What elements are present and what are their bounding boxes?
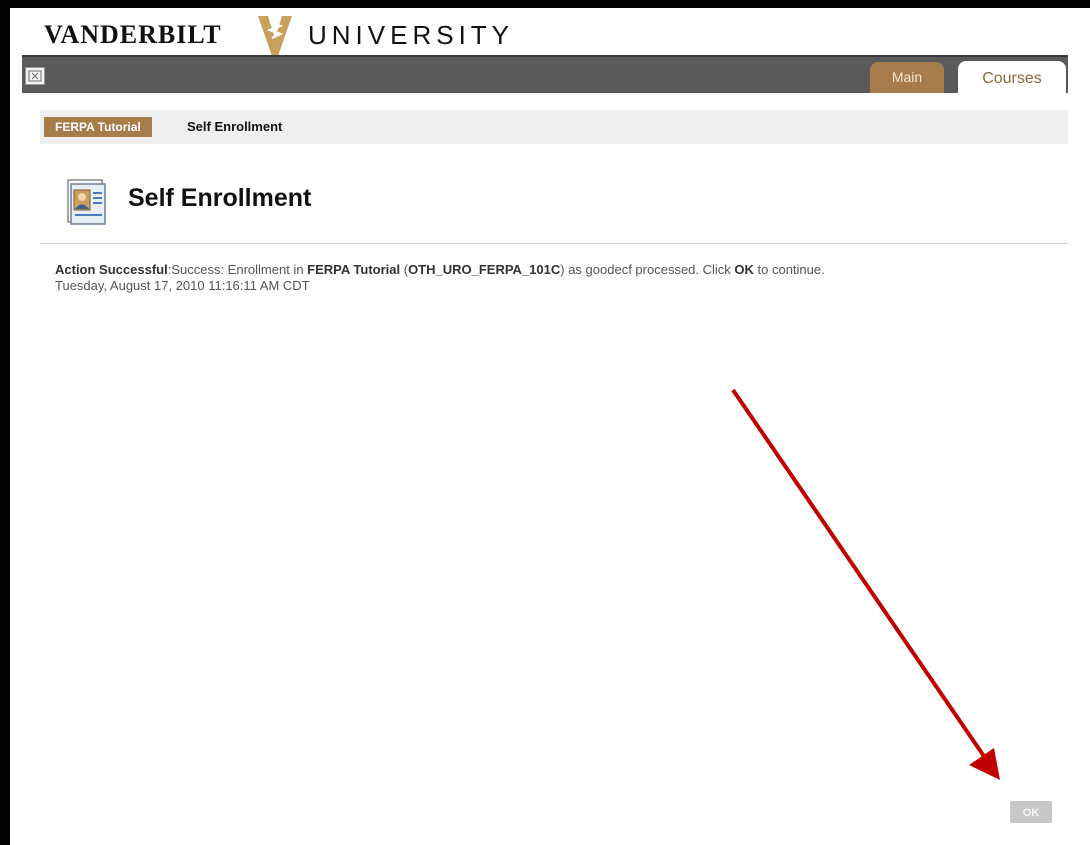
logo-text-university: UNIVERSITY xyxy=(308,20,515,50)
tab-main[interactable]: Main xyxy=(870,62,944,93)
receipt-course-name: FERPA Tutorial xyxy=(307,262,401,277)
top-navigation-bar: Main Courses xyxy=(22,55,1068,95)
enrollment-id-card-icon xyxy=(67,179,106,225)
menu-toggle-icon[interactable] xyxy=(25,67,45,85)
tab-courses[interactable]: Courses xyxy=(958,61,1066,95)
breadcrumb: FERPA Tutorial Self Enrollment xyxy=(40,110,1068,144)
screenshot-frame-top xyxy=(0,0,1090,8)
receipt-suffix: to continue. xyxy=(753,262,825,277)
receipt-status: Action Successful xyxy=(55,262,168,277)
expand-arrows-icon xyxy=(28,70,42,82)
university-header: VANDERBILT UNIVERSITY xyxy=(10,8,1090,56)
arrow-shaft xyxy=(731,388,992,767)
ok-button[interactable]: OK xyxy=(1010,801,1052,823)
receipt-ok-word: OK xyxy=(734,262,754,277)
arrow-head xyxy=(969,748,1000,780)
breadcrumb-item-self-enrollment: Self Enrollment xyxy=(187,119,283,134)
receipt-timestamp: Tuesday, August 17, 2010 11:16:11 AM CDT xyxy=(55,278,310,293)
receipt-middle: ) as goodecf processed. Click xyxy=(560,262,735,277)
receipt-message-line: Action Successful:Success: Enrollment in… xyxy=(55,262,1055,278)
screenshot-frame-left xyxy=(0,0,10,845)
page-title: Self Enrollment xyxy=(128,184,312,212)
oak-leaf-logo-icon xyxy=(258,16,292,56)
logo-text-vanderbilt: VANDERBILT xyxy=(44,20,222,49)
receipt-prefix: Success: Enrollment in xyxy=(171,262,308,277)
receipt-code-open: ( xyxy=(400,262,409,277)
action-receipt: Action Successful:Success: Enrollment in… xyxy=(55,262,1055,294)
title-divider xyxy=(40,243,1068,244)
breadcrumb-item-ferpa-tutorial[interactable]: FERPA Tutorial xyxy=(44,117,152,137)
receipt-course-code: OTH_URO_FERPA_101C xyxy=(408,262,561,277)
